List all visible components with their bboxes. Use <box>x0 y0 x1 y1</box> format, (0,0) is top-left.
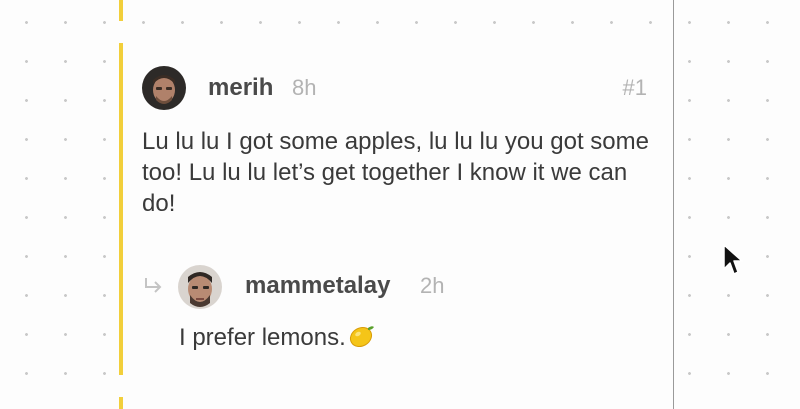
reply-timestamp[interactable]: 2h <box>420 273 444 299</box>
mouse-cursor-icon <box>723 244 743 275</box>
panel-divider <box>673 0 674 409</box>
avatar[interactable] <box>142 66 186 110</box>
thread-accent-bar <box>119 0 123 21</box>
thread-accent-bar <box>119 397 123 409</box>
reply-arrow-icon <box>145 278 162 293</box>
avatar[interactable] <box>178 265 222 309</box>
post-number[interactable]: #1 <box>623 75 647 101</box>
lemon-emoji-icon <box>349 326 374 348</box>
reply-author[interactable]: mammetalay <box>245 272 390 300</box>
post-accent-bar <box>119 43 123 375</box>
reply-text: I prefer lemons. <box>179 324 346 351</box>
post-body: Lu lu lu I got some apples, lu lu lu you… <box>142 128 649 217</box>
post-timestamp[interactable]: 8h <box>292 75 316 101</box>
reply-body: I prefer lemons. <box>179 323 376 352</box>
post-author[interactable]: merih <box>208 74 273 102</box>
